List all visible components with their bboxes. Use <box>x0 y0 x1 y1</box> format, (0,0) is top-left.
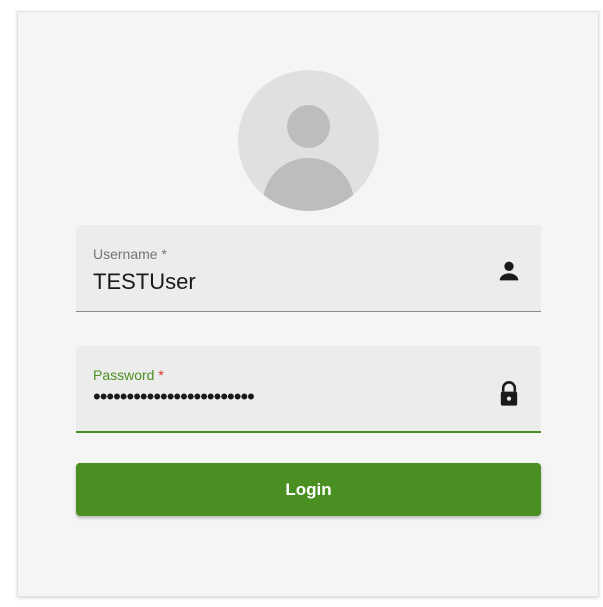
login-card: Username * Password * ••••••••••••••••••… <box>17 11 599 597</box>
password-field[interactable]: Password * •••••••••••••••••••••••• <box>76 346 541 433</box>
person-icon <box>499 261 519 281</box>
password-input[interactable]: •••••••••••••••••••••••• <box>93 384 473 410</box>
username-label: Username * <box>93 246 167 262</box>
password-label: Password * <box>93 367 164 383</box>
username-field[interactable]: Username * <box>76 225 541 312</box>
username-input[interactable] <box>93 269 473 295</box>
avatar-placeholder-icon <box>238 70 379 211</box>
lock-icon <box>500 381 518 406</box>
login-button[interactable]: Login <box>76 463 541 516</box>
avatar-body <box>263 158 354 211</box>
avatar-head <box>287 105 330 148</box>
